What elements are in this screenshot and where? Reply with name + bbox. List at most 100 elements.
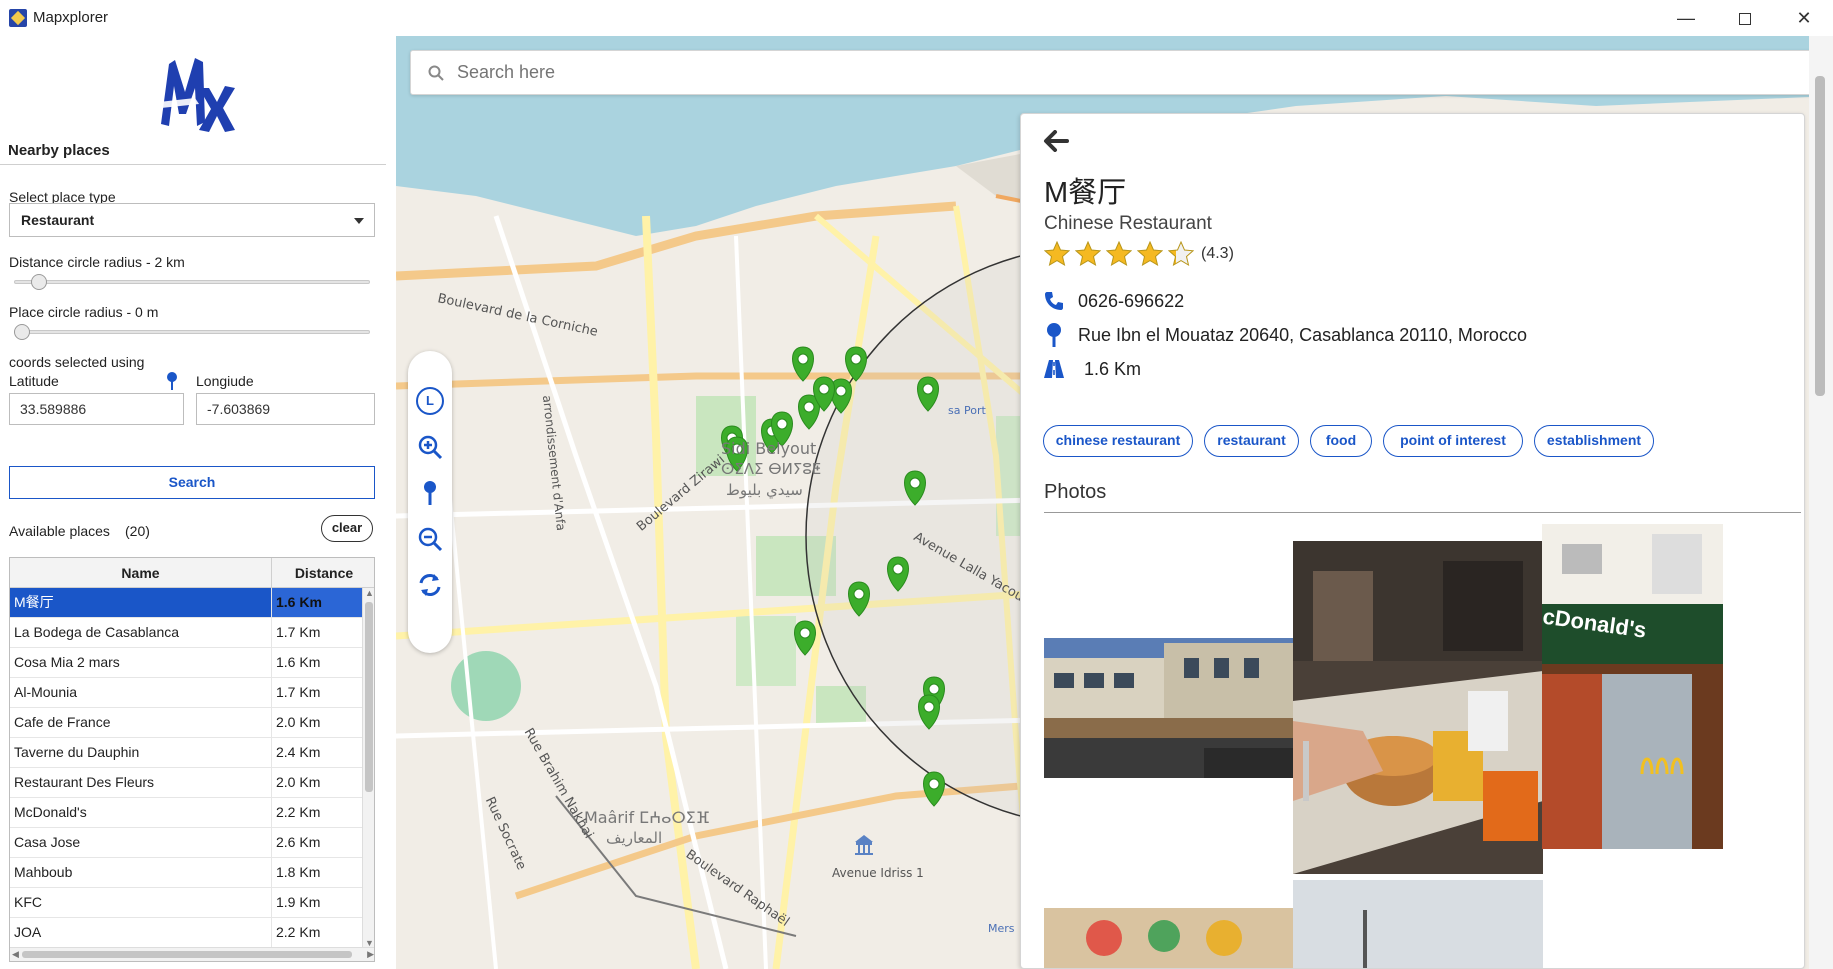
latitude-field[interactable]: 33.589886 <box>9 393 184 425</box>
distance-cell: 2.2 Km <box>276 804 321 820</box>
section-divider <box>0 164 386 165</box>
scroll-up-icon[interactable]: ▲ <box>365 588 374 598</box>
photos-title: Photos <box>1044 481 1107 503</box>
scroll-right-icon[interactable]: ▶ <box>367 949 374 960</box>
place-radius-label: Place circle radius - 0 m <box>9 304 159 320</box>
place-radius-thumb[interactable] <box>14 324 30 340</box>
scroll-thumb[interactable] <box>365 602 373 792</box>
table-row[interactable]: Mahboub 1.8 Km <box>10 858 362 888</box>
maximize-icon <box>1739 13 1751 26</box>
place-name-cell: Cafe de France <box>10 708 272 737</box>
pin-icon[interactable] <box>416 479 444 507</box>
zoom-in-icon[interactable] <box>416 433 444 461</box>
table-row[interactable]: Al-Mounia 1.7 Km <box>10 678 362 708</box>
map-label-sidi-belyout: Sidi Belyout <box>721 439 817 458</box>
map-label-sidi-belyout-arabic: سيدي بليوط <box>726 481 803 499</box>
column-header-name[interactable]: Name <box>10 558 272 588</box>
table-row[interactable]: Cafe de France 2.0 Km <box>10 708 362 738</box>
table-row[interactable]: Restaurant Des Fleurs 2.0 Km <box>10 768 362 798</box>
available-places-count: (20) <box>125 523 150 539</box>
chevron-down-icon <box>354 218 364 224</box>
clear-button[interactable]: clear <box>321 515 373 542</box>
map-search-input[interactable] <box>457 62 1757 83</box>
places-table-body: M餐厅 1.6 Km La Bodega de Casablanca 1.7 Km Co… <box>10 588 362 948</box>
scroll-left-icon[interactable]: ◀ <box>12 949 19 960</box>
table-row[interactable]: McDonald's 2.2 Km <box>10 798 362 828</box>
place-category: Chinese Restaurant <box>1044 213 1212 234</box>
table-horizontal-scrollbar[interactable]: ◀ ▶ <box>10 947 374 961</box>
search-button[interactable]: Search <box>9 466 375 499</box>
photo-thumbnail[interactable] <box>1293 541 1543 874</box>
tag-chip[interactable]: chinese restaurant <box>1043 425 1193 457</box>
tag-chip[interactable]: food <box>1310 425 1372 457</box>
place-name-cell: Taverne du Dauphin <box>10 738 272 767</box>
photo-thumbnail[interactable] <box>1293 880 1543 968</box>
distance-radius-slider[interactable] <box>14 280 370 284</box>
distance-cell: 1.6 Km <box>272 588 362 617</box>
place-radius-slider[interactable] <box>14 330 370 334</box>
minimize-button[interactable]: — <box>1658 0 1714 36</box>
place-detail-panel: M餐厅 Chinese Restaurant (4.3) 0626-696622… <box>1020 113 1805 969</box>
search-icon <box>428 65 444 81</box>
longitude-field[interactable]: -7.603869 <box>196 393 375 425</box>
photos-divider <box>1044 512 1801 513</box>
tag-chip[interactable]: point of interest <box>1383 425 1523 457</box>
back-arrow-icon[interactable] <box>1043 130 1069 152</box>
place-name-cell: McDonald's <box>10 798 272 827</box>
refresh-icon[interactable] <box>416 571 444 599</box>
zoom-out-icon[interactable] <box>416 525 444 553</box>
nearby-places-title: Nearby places <box>8 142 110 159</box>
star-icon <box>1044 241 1070 267</box>
map-label-idriss: Avenue Idriss 1 <box>832 866 924 880</box>
pin-icon[interactable] <box>165 371 179 391</box>
distance-cell: 2.6 Km <box>276 834 321 850</box>
table-row[interactable]: Casa Jose 2.6 Km <box>10 828 362 858</box>
map-label-mers: Mers <box>988 922 1015 935</box>
table-vertical-scrollbar[interactable]: ▲ ▼ <box>362 588 374 948</box>
location-pin-icon <box>1047 323 1061 347</box>
rating-text: (4.3) <box>1201 245 1234 262</box>
distance-cell: 1.8 Km <box>276 864 321 880</box>
distance-cell: 1.6 Km <box>276 654 321 670</box>
close-button[interactable]: ✕ <box>1776 0 1832 36</box>
distance-cell: 2.4 Km <box>276 744 321 760</box>
place-name-cell: JOA <box>10 918 272 947</box>
window-title: Mapxplorer <box>33 9 109 26</box>
table-row[interactable]: Taverne du Dauphin 2.4 Km <box>10 738 362 768</box>
photo-thumbnail[interactable] <box>1044 908 1294 968</box>
place-name-cell: La Bodega de Casablanca <box>10 618 272 647</box>
app-icon <box>9 9 27 27</box>
place-name-cell: Cosa Mia 2 mars <box>10 648 272 677</box>
app-logo <box>159 58 235 132</box>
coords-label: coords selected using <box>9 354 145 370</box>
maximize-button[interactable] <box>1717 0 1773 36</box>
phone-icon <box>1045 292 1063 310</box>
place-type-select[interactable]: Restaurant <box>9 203 375 237</box>
table-row[interactable]: M餐厅 1.6 Km <box>10 588 362 618</box>
table-row[interactable]: La Bodega de Casablanca 1.7 Km <box>10 618 362 648</box>
place-name-cell: KFC <box>10 888 272 917</box>
star-icon <box>1075 241 1101 267</box>
distance-radius-thumb[interactable] <box>31 274 47 290</box>
column-header-distance[interactable]: Distance <box>272 558 374 588</box>
window-vertical-scrollbar[interactable] <box>1809 36 1833 969</box>
table-row[interactable]: KFC 1.9 Km <box>10 888 362 918</box>
scroll-thumb[interactable] <box>22 951 352 958</box>
tag-chip[interactable]: restaurant <box>1204 425 1299 457</box>
map-label-sidi-belyout-tifinagh: ⵙⵉⴷⵉ ⴱⵍⵢⵓⵟ <box>721 460 822 478</box>
map-label-port: sa Port <box>948 404 986 417</box>
map-toolbar: L <box>408 351 452 653</box>
locate-button[interactable]: L <box>416 387 444 415</box>
table-row[interactable]: Cosa Mia 2 mars 1.6 Km <box>10 648 362 678</box>
map-search-bar[interactable] <box>410 50 1820 95</box>
scroll-thumb[interactable] <box>1815 76 1825 396</box>
sidebar: Nearby places Select place type Restaura… <box>0 36 388 969</box>
photo-thumbnail[interactable] <box>1044 638 1294 778</box>
tag-chip[interactable]: establishment <box>1534 425 1654 457</box>
table-row[interactable]: JOA 2.2 Km <box>10 918 362 948</box>
title-bar: Mapxplorer — ✕ <box>0 0 1833 36</box>
photo-thumbnail[interactable]: cDonald's <box>1542 524 1723 849</box>
distance-cell: 2.0 Km <box>276 714 321 730</box>
star-icon <box>1137 241 1163 267</box>
road-icon <box>1044 360 1064 378</box>
